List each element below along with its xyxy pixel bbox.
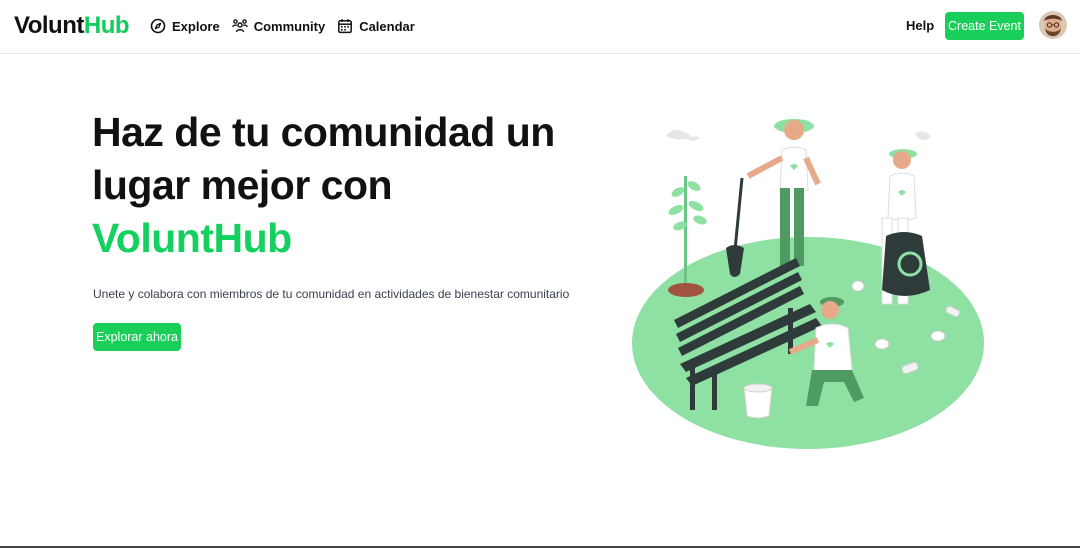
volunteers-illustration — [632, 119, 984, 449]
logo-text-accent: Hub — [83, 12, 130, 39]
hero-subtitle: Unete y colabora con miembros de tu comu… — [93, 287, 570, 301]
avatar-image — [1039, 11, 1067, 39]
explore-now-button[interactable]: Explorar ahora — [93, 323, 181, 351]
hero-title-line2: lugar mejor con — [92, 162, 393, 208]
nav-explore[interactable]: Explore — [150, 15, 220, 37]
nav-community-label: Community — [253, 18, 326, 34]
hero-title-line1: Haz de tu comunidad un — [92, 109, 555, 155]
hero-title: Haz de tu comunidad un lugar mejor con V… — [92, 106, 612, 265]
hero-title-accent: VoluntHub — [92, 215, 292, 261]
main-nav: Explore Community Calendar — [150, 15, 415, 37]
create-event-button[interactable]: Create Event — [945, 12, 1024, 40]
calendar-icon — [338, 19, 353, 34]
top-navbar: VoluntHub Explore Community Calendar Hel… — [0, 0, 1080, 54]
brand-logo[interactable]: VoluntHub — [14, 11, 130, 41]
nav-explore-label: Explore — [172, 18, 220, 34]
nav-calendar[interactable]: Calendar — [337, 15, 415, 37]
help-link[interactable]: Help — [906, 18, 934, 33]
community-icon — [231, 19, 248, 33]
nav-calendar-label: Calendar — [359, 18, 415, 34]
user-avatar[interactable] — [1039, 11, 1067, 39]
nav-community[interactable]: Community — [231, 15, 326, 37]
compass-icon — [150, 18, 166, 34]
logo-text-primary: Volunt — [14, 12, 84, 39]
